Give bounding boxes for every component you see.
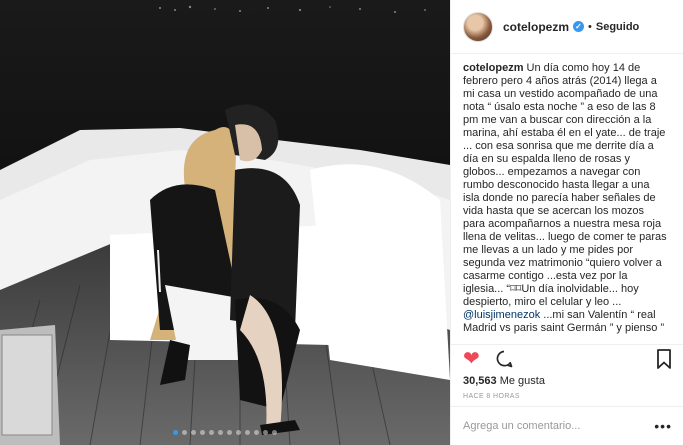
- carousel-indicator: [0, 430, 450, 435]
- carousel-dot: [200, 430, 205, 435]
- action-bar: ❤: [451, 344, 683, 372]
- mention-link[interactable]: @luisjimenezok: [463, 309, 540, 321]
- caption: cotelopezm Un día como hoy 14 de febrero …: [463, 62, 669, 336]
- header-separator: •: [588, 20, 592, 33]
- post-header: cotelopezm ✓ • Seguido: [451, 0, 683, 54]
- heart-icon[interactable]: ❤: [463, 349, 480, 369]
- carousel-dot: [245, 430, 250, 435]
- verified-badge-icon: ✓: [573, 21, 585, 32]
- carousel-dot: [173, 430, 178, 435]
- caption-text-1: Un día como hoy 14 de febrero pero 4 año…: [463, 62, 667, 308]
- more-options-icon[interactable]: •••: [654, 418, 672, 434]
- photo-couple-on-yacht: [0, 0, 450, 445]
- carousel-dot: [182, 430, 187, 435]
- carousel-dot: [218, 430, 223, 435]
- carousel-dot: [227, 430, 232, 435]
- carousel-dot: [209, 430, 214, 435]
- post-photo[interactable]: [0, 0, 450, 445]
- bookmark-icon[interactable]: [656, 348, 672, 369]
- carousel-dot: [191, 430, 196, 435]
- carousel-dot: [236, 430, 241, 435]
- likes-count[interactable]: 30,563 Me gusta: [463, 375, 545, 387]
- caption-username[interactable]: cotelopezm: [463, 62, 524, 74]
- carousel-dot: [254, 430, 259, 435]
- post-sidebar: cotelopezm ✓ • Seguido cotelopezm Un día …: [450, 0, 683, 445]
- carousel-dot: [272, 430, 277, 435]
- likes-label: Me gusta: [499, 375, 545, 387]
- following-button[interactable]: Seguido: [596, 21, 639, 33]
- carousel-dot: [263, 430, 268, 435]
- avatar[interactable]: [463, 11, 493, 42]
- comments-list[interactable]: cotelopezm Un día como hoy 14 de febrero …: [451, 54, 683, 336]
- add-comment-bar: •••: [451, 406, 683, 445]
- likes-number: 30,563: [463, 375, 497, 387]
- username-link[interactable]: cotelopezm: [503, 20, 569, 34]
- comment-icon[interactable]: [494, 349, 514, 369]
- comment-input[interactable]: [463, 420, 653, 432]
- post-timestamp[interactable]: HACE 8 HORAS: [463, 393, 520, 400]
